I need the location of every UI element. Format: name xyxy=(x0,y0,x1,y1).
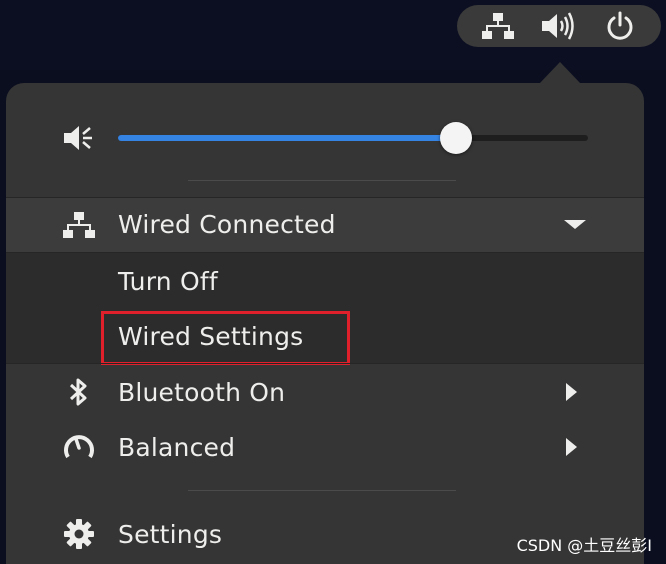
network-wired-icon xyxy=(61,207,97,243)
system-menu: Wired Connected Turn Off Wired Settings … xyxy=(6,83,644,564)
power-icon xyxy=(602,8,638,44)
chevron-right-icon xyxy=(566,383,577,401)
popover-arrow xyxy=(539,62,581,84)
separator xyxy=(188,180,456,181)
divider xyxy=(6,252,644,253)
network-wired-icon xyxy=(480,8,516,44)
power-mode-label: Balanced xyxy=(118,432,236,462)
volume-slider[interactable] xyxy=(118,122,588,154)
chevron-right-icon xyxy=(566,438,577,456)
turn-off-item[interactable]: Turn Off xyxy=(6,255,644,307)
watermark: CSDN @土豆丝彭I xyxy=(516,536,652,555)
system-status-area[interactable] xyxy=(457,5,661,47)
chevron-down-icon xyxy=(564,220,586,229)
divider xyxy=(6,363,644,364)
speaker-icon xyxy=(61,120,97,156)
settings-label: Settings xyxy=(118,519,223,549)
bluetooth-item[interactable]: Bluetooth On xyxy=(6,366,644,418)
bluetooth-icon xyxy=(61,374,97,410)
highlight-annotation xyxy=(101,311,350,365)
bluetooth-label: Bluetooth On xyxy=(118,377,286,407)
power-mode-item[interactable]: Balanced xyxy=(6,421,644,473)
power-profile-icon xyxy=(61,429,97,465)
wired-connected-item[interactable]: Wired Connected xyxy=(6,197,644,252)
wired-connected-label: Wired Connected xyxy=(118,210,336,239)
separator xyxy=(188,490,456,491)
volume-icon xyxy=(541,8,577,44)
turn-off-label: Turn Off xyxy=(118,266,218,296)
volume-slider-fill xyxy=(118,135,457,141)
gear-icon xyxy=(61,516,97,552)
